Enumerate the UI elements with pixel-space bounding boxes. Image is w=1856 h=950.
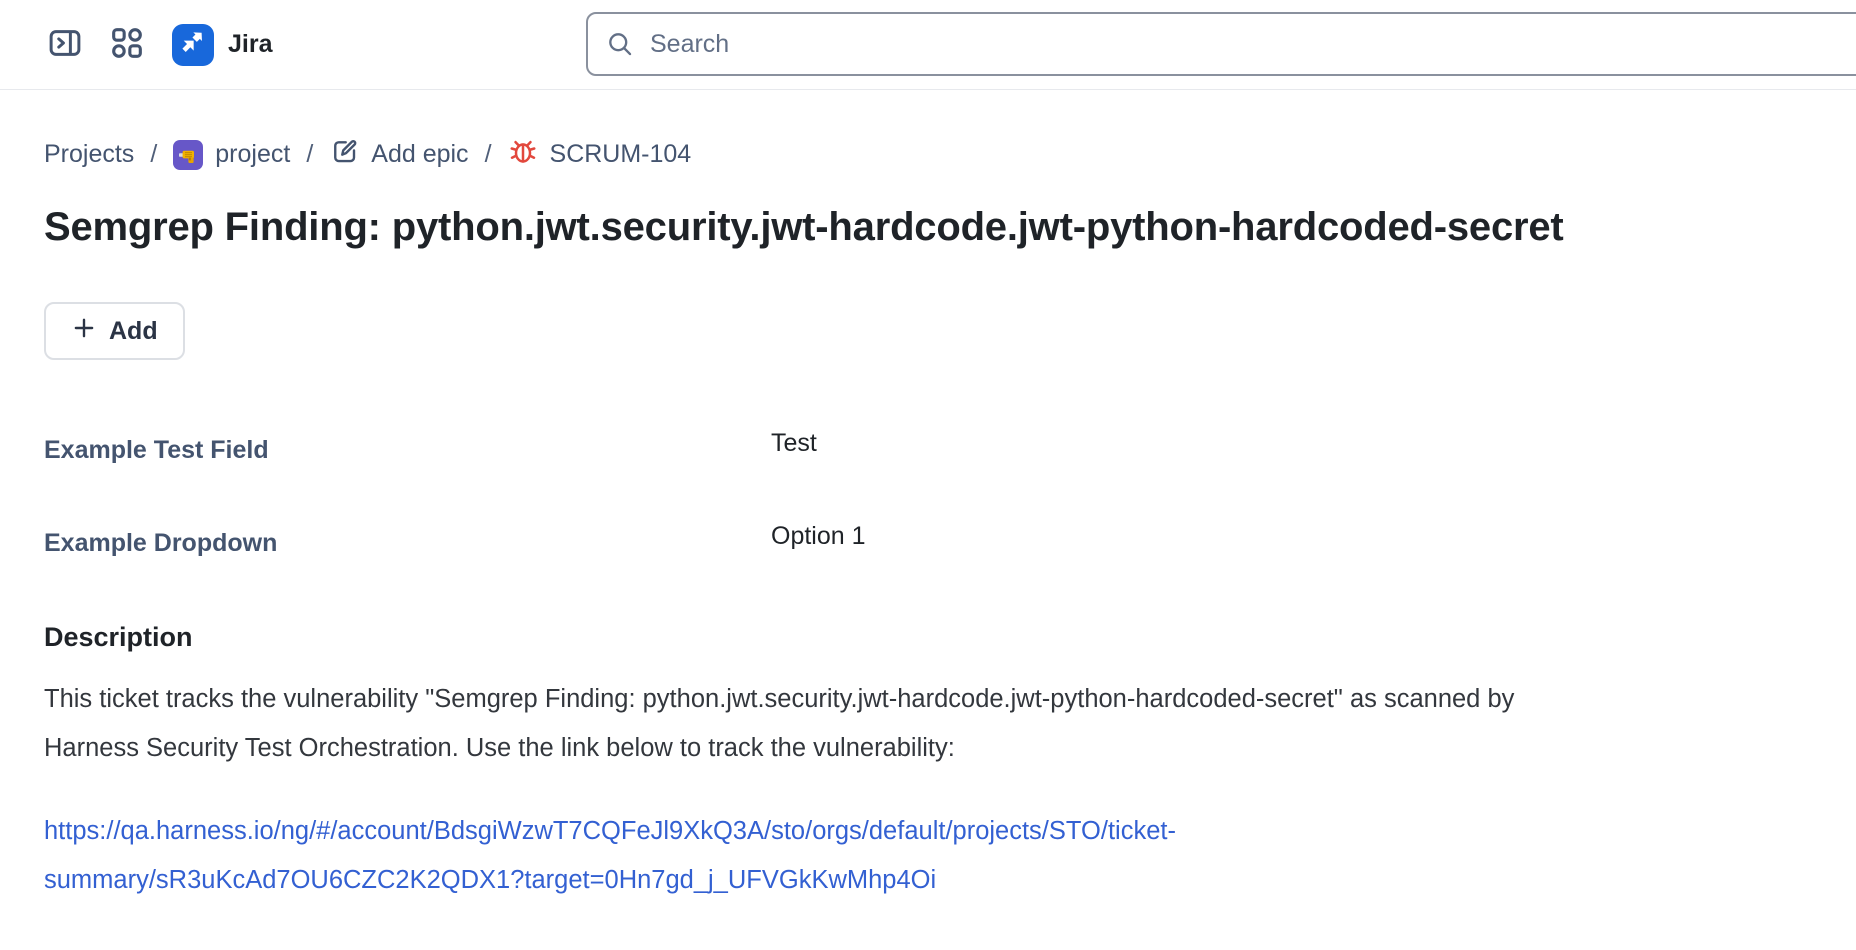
add-button[interactable]: Add — [44, 302, 185, 360]
breadcrumb: Projects / project / — [44, 136, 1786, 173]
app-name: Jira — [228, 30, 272, 59]
breadcrumb-project-label: project — [215, 140, 290, 169]
issue-view: Projects / project / — [0, 136, 1856, 905]
project-avatar-icon — [173, 140, 203, 170]
description-body[interactable]: This ticket tracks the vulnerability "Se… — [44, 675, 1599, 773]
search-input[interactable] — [648, 14, 1856, 74]
breadcrumb-separator: / — [303, 140, 316, 169]
vulnerability-link[interactable]: https://qa.harness.io/ng/#/account/Bdsgi… — [44, 807, 1494, 905]
breadcrumb-project[interactable]: project — [173, 140, 290, 170]
global-search[interactable] — [586, 12, 1856, 76]
search-icon — [606, 30, 634, 58]
jira-mark-icon — [178, 27, 208, 62]
breadcrumb-separator: / — [147, 140, 160, 169]
custom-fields: Example Test Field Test Example Dropdown… — [44, 436, 1786, 558]
breadcrumb-issue-key[interactable]: SCRUM-104 — [508, 136, 692, 173]
expand-sidebar-icon — [48, 26, 82, 63]
breadcrumb-add-epic-label: Add epic — [371, 140, 468, 169]
app-grid-icon — [110, 26, 144, 63]
issue-title: Semgrep Finding: python.jwt.security.jwt… — [44, 199, 1786, 256]
add-button-label: Add — [109, 317, 158, 346]
breadcrumb-add-epic[interactable]: Add epic — [329, 136, 468, 173]
breadcrumb-projects[interactable]: Projects — [44, 140, 134, 169]
breadcrumb-separator: / — [482, 140, 495, 169]
breadcrumb-issue-key-label: SCRUM-104 — [550, 140, 692, 169]
edit-pencil-icon — [329, 136, 359, 173]
app-switcher-button[interactable] — [106, 24, 148, 66]
breadcrumb-projects-label: Projects — [44, 140, 134, 169]
plus-icon — [71, 315, 97, 348]
bug-icon — [508, 136, 538, 173]
field-row-example-dropdown: Example Dropdown Option 1 — [44, 529, 1786, 558]
jira-logo[interactable] — [172, 24, 214, 66]
field-row-example-test-field: Example Test Field Test — [44, 436, 1786, 465]
field-label: Example Test Field — [44, 436, 771, 465]
field-label: Example Dropdown — [44, 529, 771, 558]
description-heading: Description — [44, 622, 1786, 653]
field-value[interactable]: Test — [771, 429, 1786, 458]
expand-sidebar-button[interactable] — [44, 24, 86, 66]
field-value[interactable]: Option 1 — [771, 522, 1786, 551]
top-navigation: Jira — [0, 0, 1856, 90]
